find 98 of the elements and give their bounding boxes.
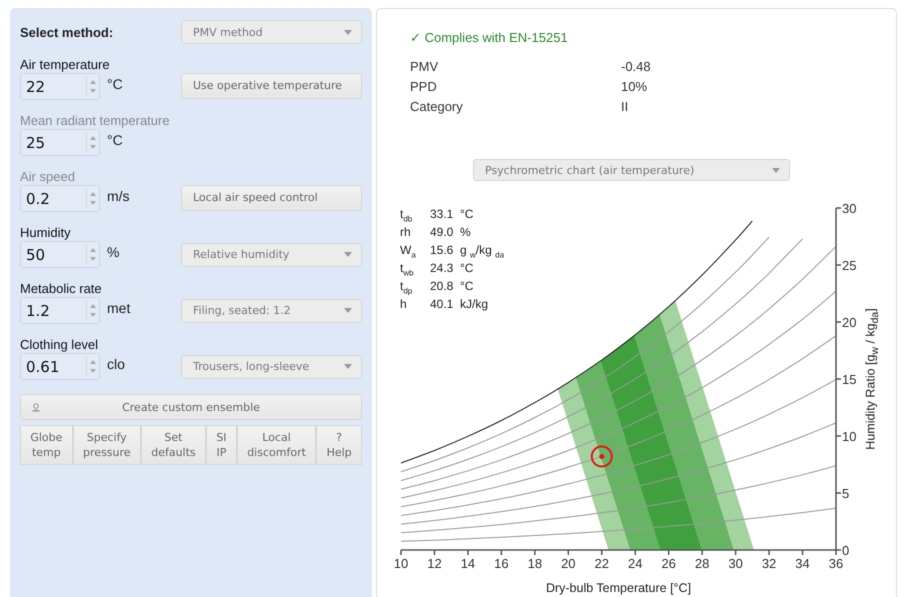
field-label: Clothing level	[20, 337, 100, 353]
spin-down-icon	[90, 313, 96, 317]
readout-value: 33.1	[430, 206, 454, 222]
tool-button[interactable]: Set defaults	[140, 425, 206, 465]
tool-button[interactable]: SI IP	[206, 425, 237, 465]
tool-button[interactable]: Local discomfort	[236, 425, 316, 465]
tick-label: 5	[842, 486, 850, 501]
readout-value: 15.6	[430, 242, 454, 258]
caret-icon	[344, 308, 352, 313]
option-button[interactable]: Local air speed control	[181, 184, 362, 210]
axis-title: Dry-bulb Temperature [°C]	[546, 581, 692, 595]
result-label: Category	[410, 98, 464, 116]
spin-down-icon	[90, 369, 96, 373]
spin-down-icon	[90, 145, 96, 149]
number-field[interactable]: 50	[20, 241, 100, 268]
dropdown[interactable]: Filing, seated: 1.2	[181, 298, 362, 322]
readout-symbol: t$_{dp}$	[400, 278, 414, 294]
spin-up-icon	[90, 80, 96, 84]
dropdown[interactable]: Relative humidity	[181, 242, 362, 266]
result-value: -0.48	[621, 58, 652, 76]
tool-button[interactable]: Globe temp	[20, 425, 73, 465]
readout-unit: °C	[460, 206, 474, 222]
readout-unit: kJ/kg	[460, 296, 490, 312]
tick-label: 28	[694, 556, 710, 571]
spin-down-icon	[90, 201, 96, 205]
tick-label: 14	[460, 556, 476, 571]
readout-unit: °C	[460, 260, 474, 276]
readout-symbol: t$_{db}$	[400, 206, 414, 222]
field-label: Metabolic rate	[20, 281, 103, 297]
result-value: 10%	[621, 78, 648, 96]
unit-label: m/s	[107, 188, 130, 204]
person-icon	[31, 402, 41, 412]
number-field[interactable]: 0.2	[20, 185, 100, 212]
readout-unit: %	[460, 224, 472, 240]
readout-symbol: rh	[400, 224, 412, 240]
readout-unit: g $_{w}$/kg $_{da}$	[460, 242, 504, 258]
field-label: Air speed	[20, 169, 76, 185]
dropdown[interactable]: Trousers, long-sleeve	[181, 354, 362, 378]
tick-label: 16	[494, 556, 509, 571]
spin-down-icon	[90, 89, 96, 93]
tick-label: 18	[528, 556, 542, 571]
spin-up-icon	[90, 248, 96, 252]
tick-label: 15	[842, 372, 856, 387]
option-button[interactable]: Use operative temperature	[181, 72, 362, 98]
tool-button[interactable]: ? Help	[316, 425, 362, 465]
tick-label: 10	[842, 429, 856, 444]
tick-label: 30	[728, 556, 743, 571]
caret-icon	[344, 252, 352, 257]
readout-value: 49.0	[430, 224, 454, 240]
tick-label: 0	[842, 543, 850, 558]
tool-button[interactable]: Specify pressure	[72, 425, 141, 465]
readout-symbol: W$_{a}$	[400, 242, 417, 258]
tick-label: 12	[427, 556, 442, 571]
caret-icon	[772, 168, 780, 172]
spin-up-icon	[90, 136, 96, 140]
number-field[interactable]: 25	[20, 129, 100, 156]
result-label: PPD	[410, 78, 438, 96]
tick-label: 10	[394, 556, 408, 571]
tick-label: 30	[842, 201, 856, 216]
tick-label: 25	[842, 258, 856, 273]
caret-icon	[344, 364, 352, 369]
tick-label: 20	[561, 556, 576, 571]
result-value: II	[621, 98, 630, 116]
dropdown[interactable]: PMV method	[181, 20, 362, 44]
tick-label: 22	[594, 556, 609, 571]
tick-label: 20	[842, 315, 856, 330]
tick-label: 36	[828, 556, 844, 571]
number-field[interactable]: 1.2	[20, 297, 100, 324]
tick-label: 32	[762, 556, 776, 571]
spin-down-icon	[90, 257, 96, 261]
field-label: Air temperature	[20, 57, 111, 73]
caret-icon	[344, 30, 352, 34]
method-label: Select method:	[20, 24, 114, 40]
unit-label: °C	[107, 76, 123, 92]
result-label: PMV	[410, 58, 440, 76]
readout-symbol: h	[400, 296, 408, 312]
number-field[interactable]: 0.61	[20, 353, 100, 380]
spin-up-icon	[90, 304, 96, 308]
field-label: Humidity	[20, 225, 72, 241]
readout-symbol: t$_{wb}$	[400, 260, 415, 276]
unit-label: clo	[107, 356, 125, 372]
ensemble-button[interactable]: Create custom ensemble	[20, 394, 362, 420]
number-field[interactable]: 22	[20, 73, 100, 100]
tick-label: 34	[795, 556, 810, 571]
dropdown[interactable]: Psychrometric chart (air temperature)	[473, 159, 790, 181]
field-label: Mean radiant temperature	[20, 113, 171, 129]
readout-value: 20.8	[430, 278, 454, 294]
spin-up-icon	[90, 360, 96, 364]
unit-label: %	[107, 244, 120, 260]
tick-label: 24	[628, 556, 642, 571]
unit-label: met	[107, 300, 130, 316]
tick-label: 26	[661, 556, 676, 571]
compliance-status: ✓ Complies with EN-15251	[410, 29, 569, 47]
readout-value: 24.3	[430, 260, 454, 276]
readout-value: 40.1	[430, 296, 454, 312]
readout-unit: °C	[460, 278, 474, 294]
unit-label: °C	[107, 132, 123, 148]
spin-up-icon	[90, 192, 96, 196]
